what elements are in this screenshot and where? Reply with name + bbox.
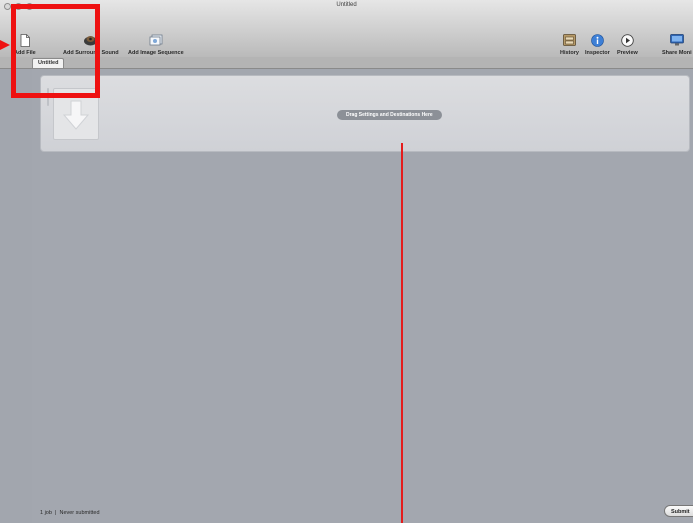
title-bar: Untitled	[0, 0, 693, 30]
settings-drop-hint: Drag Settings and Destinations Here	[337, 110, 442, 120]
highlight-box	[11, 4, 100, 98]
info-icon	[591, 32, 604, 48]
job-status-text: 1 job | Never submitted	[40, 510, 100, 516]
play-icon	[621, 32, 634, 48]
share-monitor-button[interactable]: Share Moni	[662, 32, 692, 56]
monitor-icon	[669, 32, 684, 48]
annotation-line	[401, 143, 403, 523]
window-title: Untitled	[336, 2, 357, 8]
history-label: History	[560, 50, 579, 56]
submit-button[interactable]: Submit	[664, 505, 693, 517]
highlight-arrow	[0, 40, 10, 50]
history-drawer-icon	[563, 32, 576, 48]
app-window: Untitled Add File Add Surround Sound Add…	[0, 0, 693, 523]
inspector-button[interactable]: Inspector	[585, 32, 610, 56]
add-image-sequence-button[interactable]: Add Image Sequence	[128, 32, 184, 56]
history-button[interactable]: History	[560, 32, 579, 56]
inspector-label: Inspector	[585, 50, 610, 56]
image-sequence-icon	[149, 32, 163, 48]
preview-button[interactable]: Preview	[617, 32, 638, 56]
tab-bar: Untitled	[0, 57, 693, 69]
preview-label: Preview	[617, 50, 638, 56]
toolbar: Add File Add Surround Sound Add Image Se…	[0, 30, 693, 58]
batch-area: Drag Settings and Destinations Here	[32, 69, 693, 523]
share-monitor-label: Share Moni	[662, 50, 692, 56]
add-image-sequence-label: Add Image Sequence	[128, 50, 184, 56]
batch-job-row[interactable]: Drag Settings and Destinations Here	[40, 75, 690, 152]
